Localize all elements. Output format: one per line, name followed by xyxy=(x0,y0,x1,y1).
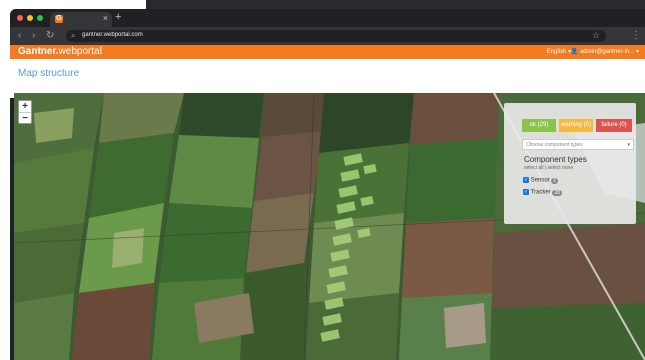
tracker-label: Tracker xyxy=(530,189,551,196)
checkbox-checked-icon[interactable]: ✓ xyxy=(523,189,529,195)
filter-warning-button[interactable]: warning (0) xyxy=(559,119,593,132)
selection-separator: | xyxy=(544,165,547,171)
component-types-title: Component types xyxy=(524,155,587,164)
screen-top-strip xyxy=(0,0,645,9)
browser-menu-icon[interactable]: ⋮ xyxy=(631,30,641,41)
minimize-window-dot[interactable] xyxy=(27,15,33,21)
back-arrow-icon[interactable]: ‹ xyxy=(18,30,21,41)
filter-panel: ok (29) warning (0) failure (0) Choose c… xyxy=(504,103,636,224)
brand-logo[interactable]: Gantner.webportal xyxy=(18,46,102,57)
maximize-window-dot[interactable] xyxy=(37,15,43,21)
close-window-dot[interactable] xyxy=(17,15,23,21)
select-all-link[interactable]: select all xyxy=(524,165,543,171)
address-row: ‹ › ↻ ⌕ gantner.webportal.com ☆ ⋮ xyxy=(10,27,645,45)
app-header: Gantner.webportal English ▾ 👤 admin@gant… xyxy=(10,45,645,59)
zoom-control: + − xyxy=(18,100,32,124)
url-text[interactable]: gantner.webportal.com xyxy=(82,32,143,38)
address-bar[interactable]: ⌕ gantner.webportal.com ☆ xyxy=(66,30,606,42)
component-type-tracker[interactable]: ✓ Tracker 28 xyxy=(523,189,562,196)
sensor-label: Sensor xyxy=(530,177,550,184)
user-name: admin@gantner-in... ▾ xyxy=(579,49,639,55)
browser-tab[interactable]: G × xyxy=(50,12,112,27)
brand-prefix: Gantner. xyxy=(18,46,59,57)
select-placeholder: Choose component types xyxy=(526,142,583,148)
search-icon: ⌕ xyxy=(71,31,76,40)
tracker-count-badge: 28 xyxy=(552,189,562,196)
reload-icon[interactable]: ↻ xyxy=(46,30,54,41)
user-menu[interactable]: 👤 admin@gantner-in... ▾ xyxy=(571,48,639,55)
filter-ok-button[interactable]: ok (29) xyxy=(522,119,556,132)
page-title: Map structure xyxy=(18,68,80,79)
gantner-favicon-icon: G xyxy=(55,15,63,23)
checkbox-checked-icon[interactable]: ✓ xyxy=(523,177,529,183)
forward-arrow-icon[interactable]: › xyxy=(32,30,35,41)
selection-links: select all | select none xyxy=(524,165,573,171)
filter-failure-button[interactable]: failure (0) xyxy=(596,119,632,132)
new-tab-icon[interactable]: + xyxy=(115,11,121,23)
bookmark-star-icon[interactable]: ☆ xyxy=(592,30,600,41)
satellite-map[interactable]: + − ok (29) warning (0) failure (0) Choo… xyxy=(14,93,645,360)
chevron-down-icon: ▾ xyxy=(627,142,630,148)
sensor-count-badge: 1 xyxy=(551,177,559,184)
screen-top-dark xyxy=(146,0,645,9)
tab-bar: G × + xyxy=(10,9,645,27)
zoom-in-button[interactable]: + xyxy=(19,101,31,113)
tab-close-icon[interactable]: × xyxy=(103,13,108,23)
component-type-sensor[interactable]: ✓ Sensor 1 xyxy=(523,177,559,184)
brand-suffix: webportal xyxy=(58,46,102,57)
language-dropdown[interactable]: English ▾ xyxy=(547,48,571,55)
browser-window: G × + ‹ › ↻ ⌕ gantner.webportal.com ☆ ⋮ … xyxy=(10,9,645,360)
screen-left-edge xyxy=(0,9,10,360)
component-type-select[interactable]: Choose component types ▾ xyxy=(522,139,634,150)
select-none-link[interactable]: select none xyxy=(548,165,574,171)
zoom-out-button[interactable]: − xyxy=(19,113,31,124)
